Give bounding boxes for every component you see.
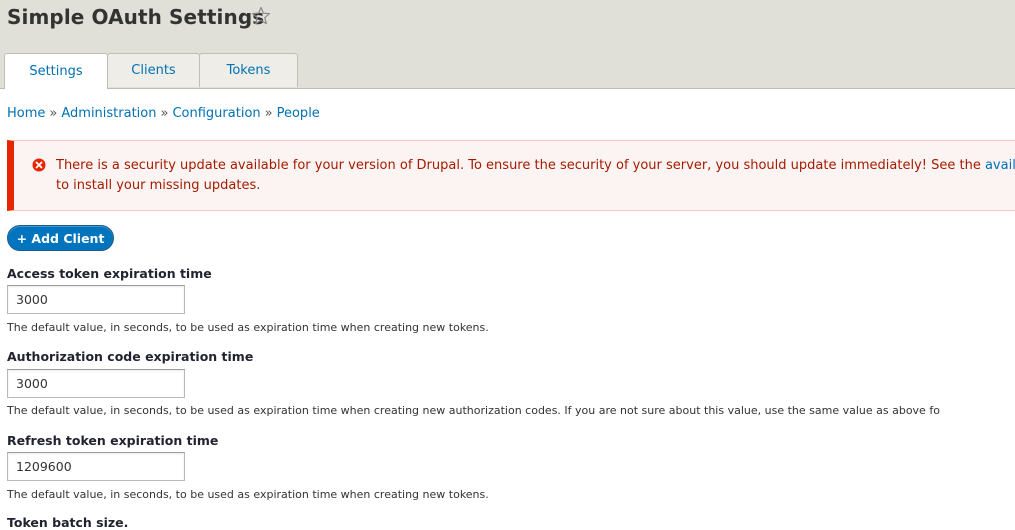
breadcrumb-configuration[interactable]: Configuration (172, 106, 260, 121)
breadcrumb-separator: » (264, 106, 273, 121)
breadcrumb-separator: » (49, 106, 58, 121)
tab-clients[interactable]: Clients (107, 53, 200, 87)
refresh-token-expiration-description: The default value, in seconds, to be use… (7, 488, 489, 501)
error-message: There is a security update available for… (7, 140, 1015, 211)
add-client-button[interactable]: + Add Client (7, 225, 114, 251)
access-token-expiration-description: The default value, in seconds, to be use… (7, 321, 489, 334)
star-outline-icon[interactable] (251, 6, 271, 26)
error-circle-icon (32, 158, 46, 172)
authorization-code-expiration-label: Authorization code expiration time (7, 349, 254, 364)
error-message-text: There is a security update available for… (56, 156, 1015, 196)
breadcrumb-home[interactable]: Home (7, 106, 45, 121)
refresh-token-expiration-label: Refresh token expiration time (7, 433, 219, 448)
error-message-line2: to install your missing updates. (56, 178, 261, 193)
breadcrumb-people[interactable]: People (277, 106, 320, 121)
tab-tokens[interactable]: Tokens (199, 53, 298, 87)
page-header: Simple OAuth Settings Settings Clients T… (0, 0, 1015, 89)
available-updates-link[interactable]: available up (985, 158, 1015, 173)
breadcrumb-administration[interactable]: Administration (61, 106, 156, 121)
error-message-line1: There is a security update available for… (56, 158, 985, 173)
access-token-expiration-label: Access token expiration time (7, 266, 212, 281)
tab-settings[interactable]: Settings (4, 53, 108, 89)
page-title: Simple OAuth Settings (7, 5, 265, 29)
refresh-token-expiration-input[interactable] (7, 452, 185, 481)
breadcrumb: Home» Administration» Configuration» People (7, 106, 320, 121)
breadcrumb-separator: » (160, 106, 169, 121)
authorization-code-expiration-input[interactable] (7, 369, 185, 398)
access-token-expiration-input[interactable] (7, 285, 185, 314)
token-batch-size-label: Token batch size. (7, 515, 129, 530)
authorization-code-expiration-description: The default value, in seconds, to be use… (7, 404, 940, 417)
